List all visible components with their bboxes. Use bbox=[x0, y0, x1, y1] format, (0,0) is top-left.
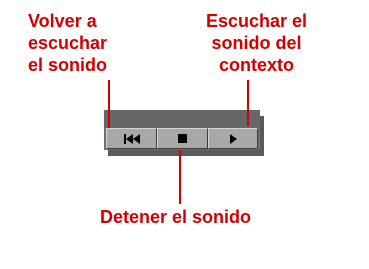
callout-context-line-2: sonido del bbox=[211, 33, 302, 53]
stop-icon bbox=[178, 134, 187, 143]
play-button[interactable] bbox=[208, 128, 258, 149]
callout-replay-line-3: el sonido bbox=[28, 55, 108, 75]
audio-player-help-diagram: Volver a escuchar el sonido Escuchar el … bbox=[0, 0, 369, 269]
stop-button[interactable] bbox=[157, 128, 208, 149]
pointer-line-replay bbox=[108, 80, 110, 128]
callout-context-line-1: Escuchar el bbox=[206, 11, 308, 31]
callout-replay: Volver a escuchar el sonido bbox=[28, 10, 107, 76]
callout-replay-line-2: escuchar bbox=[28, 33, 108, 53]
replay-button[interactable] bbox=[106, 128, 157, 149]
pointer-line-stop bbox=[179, 150, 181, 204]
callout-stop-line-1: Detener el sonido bbox=[100, 207, 252, 227]
callout-context: Escuchar el sonido del contexto bbox=[206, 10, 307, 76]
pointer-line-context bbox=[247, 80, 249, 126]
callout-stop: Detener el sonido bbox=[100, 206, 251, 228]
play-icon bbox=[229, 133, 237, 144]
callout-replay-line-1: Volver a bbox=[28, 11, 97, 31]
player-top-strip bbox=[104, 110, 260, 128]
callout-context-line-3: contexto bbox=[219, 55, 295, 75]
skip-back-icon bbox=[123, 133, 140, 144]
audio-player-controls bbox=[104, 110, 260, 150]
